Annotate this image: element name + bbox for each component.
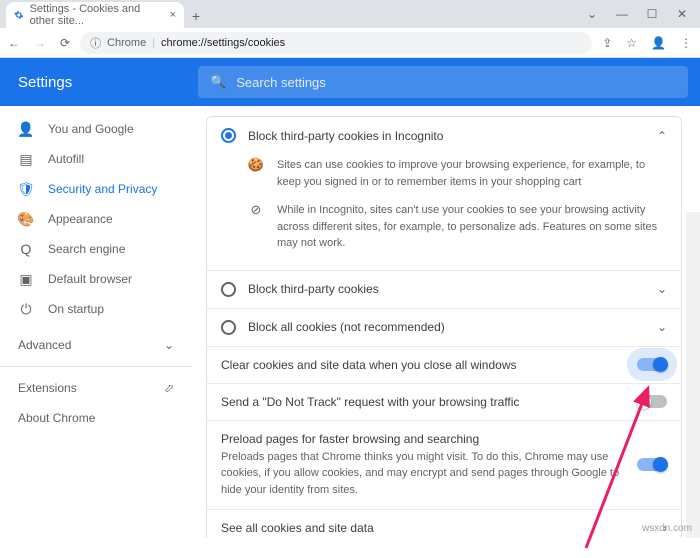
close-window-button[interactable]: ✕ xyxy=(668,4,696,24)
search-placeholder: Search settings xyxy=(236,75,326,90)
site-info-icon[interactable]: ⓘ xyxy=(90,35,101,51)
window-titlebar: Settings - Cookies and other site... × +… xyxy=(0,0,700,28)
cookies-card: Block third-party cookies in Incognito ⌃… xyxy=(206,116,682,538)
cookie-icon: 🍪 xyxy=(247,157,265,190)
url-prefix: Chrome xyxy=(107,37,146,49)
page-title: Settings xyxy=(18,74,72,91)
radio-block-3p[interactable]: Block third-party cookies ⌄ xyxy=(207,270,681,309)
radio-off-icon[interactable] xyxy=(221,282,236,297)
back-button[interactable]: ← xyxy=(8,36,20,50)
browser-toolbar: ← → ⟳ ⓘ Chrome | chrome://settings/cooki… xyxy=(0,28,700,58)
url-text: chrome://settings/cookies xyxy=(161,37,285,49)
chevron-up-icon[interactable]: ⌃ xyxy=(657,129,667,143)
explain-block: 🍪Sites can use cookies to improve your b… xyxy=(207,147,681,270)
sidebar-item-appearance[interactable]: 🎨Appearance xyxy=(0,204,192,234)
gear-icon xyxy=(14,9,24,21)
sidebar-about[interactable]: About Chrome xyxy=(0,403,192,433)
radio-off-icon[interactable] xyxy=(221,320,236,335)
palette-icon: 🎨 xyxy=(18,211,34,228)
toggle-preload[interactable] xyxy=(637,458,667,471)
row-clear-on-close[interactable]: Clear cookies and site data when you clo… xyxy=(207,347,681,384)
row-preload[interactable]: Preload pages for faster browsing and se… xyxy=(207,421,681,511)
row-dnt[interactable]: Send a "Do Not Track" request with your … xyxy=(207,384,681,421)
sidebar-item-you-and-google[interactable]: 👤You and Google xyxy=(0,114,192,144)
maximize-button[interactable]: ☐ xyxy=(638,4,666,24)
settings-sidebar: 👤You and Google ▤Autofill 🛡Security and … xyxy=(0,106,192,538)
sidebar-advanced[interactable]: Advanced⌄ xyxy=(0,330,192,360)
tab-title: Settings - Cookies and other site... xyxy=(30,3,164,27)
divider xyxy=(0,366,192,367)
external-link-icon: ⬀ xyxy=(164,381,174,395)
sidebar-item-default-browser[interactable]: ▣Default browser xyxy=(0,264,192,294)
search-icon: 🔍 xyxy=(210,74,226,90)
row-see-all[interactable]: See all cookies and site data › xyxy=(207,510,681,538)
chevron-down-icon[interactable]: ⌄ xyxy=(657,282,667,296)
search-icon: Q xyxy=(18,241,34,257)
main-panel: Block third-party cookies in Incognito ⌃… xyxy=(192,106,700,538)
menu-icon[interactable]: ⋮ xyxy=(680,36,692,50)
reload-button[interactable]: ⟳ xyxy=(60,36,70,50)
sidebar-item-autofill[interactable]: ▤Autofill xyxy=(0,144,192,174)
autofill-icon: ▤ xyxy=(18,151,34,168)
power-icon: ⏻ xyxy=(18,301,34,318)
profile-icon[interactable]: 👤 xyxy=(651,36,666,50)
address-bar[interactable]: ⓘ Chrome | chrome://settings/cookies xyxy=(80,32,592,54)
close-tab-icon[interactable]: × xyxy=(170,9,176,21)
radio-block-all[interactable]: Block all cookies (not recommended) ⌄ xyxy=(207,309,681,347)
browser-icon: ▣ xyxy=(18,271,34,288)
person-icon: 👤 xyxy=(18,121,34,138)
chevron-down-icon: ⌄ xyxy=(164,338,174,352)
minimize-button[interactable]: — xyxy=(608,4,636,24)
radio-on-icon[interactable] xyxy=(221,128,236,143)
block-icon: ⊘ xyxy=(247,202,265,252)
watermark: wsxdn.com xyxy=(642,523,692,534)
sidebar-item-security[interactable]: 🛡Security and Privacy xyxy=(0,174,192,204)
shield-icon: 🛡 xyxy=(18,181,34,198)
scrollbar[interactable] xyxy=(686,212,700,538)
toggle-clear-on-close[interactable] xyxy=(637,358,667,371)
share-icon[interactable]: ⇪ xyxy=(602,36,612,50)
settings-header: Settings 🔍 Search settings xyxy=(0,58,700,106)
chevron-down-icon[interactable]: ⌄ xyxy=(657,320,667,334)
sidebar-extensions[interactable]: Extensions⬀ xyxy=(0,373,192,403)
forward-button[interactable]: → xyxy=(34,36,46,50)
chevron-down-icon[interactable]: ⌄ xyxy=(578,4,606,24)
search-settings-input[interactable]: 🔍 Search settings xyxy=(198,66,688,98)
new-tab-button[interactable]: + xyxy=(184,4,208,28)
toggle-dnt[interactable] xyxy=(637,395,667,408)
sidebar-item-search-engine[interactable]: QSearch engine xyxy=(0,234,192,264)
radio-block-incognito[interactable]: Block third-party cookies in Incognito ⌃ xyxy=(207,117,681,147)
browser-tab[interactable]: Settings - Cookies and other site... × xyxy=(6,2,184,28)
sidebar-item-on-startup[interactable]: ⏻On startup xyxy=(0,294,192,324)
bookmark-icon[interactable]: ☆ xyxy=(626,36,637,50)
